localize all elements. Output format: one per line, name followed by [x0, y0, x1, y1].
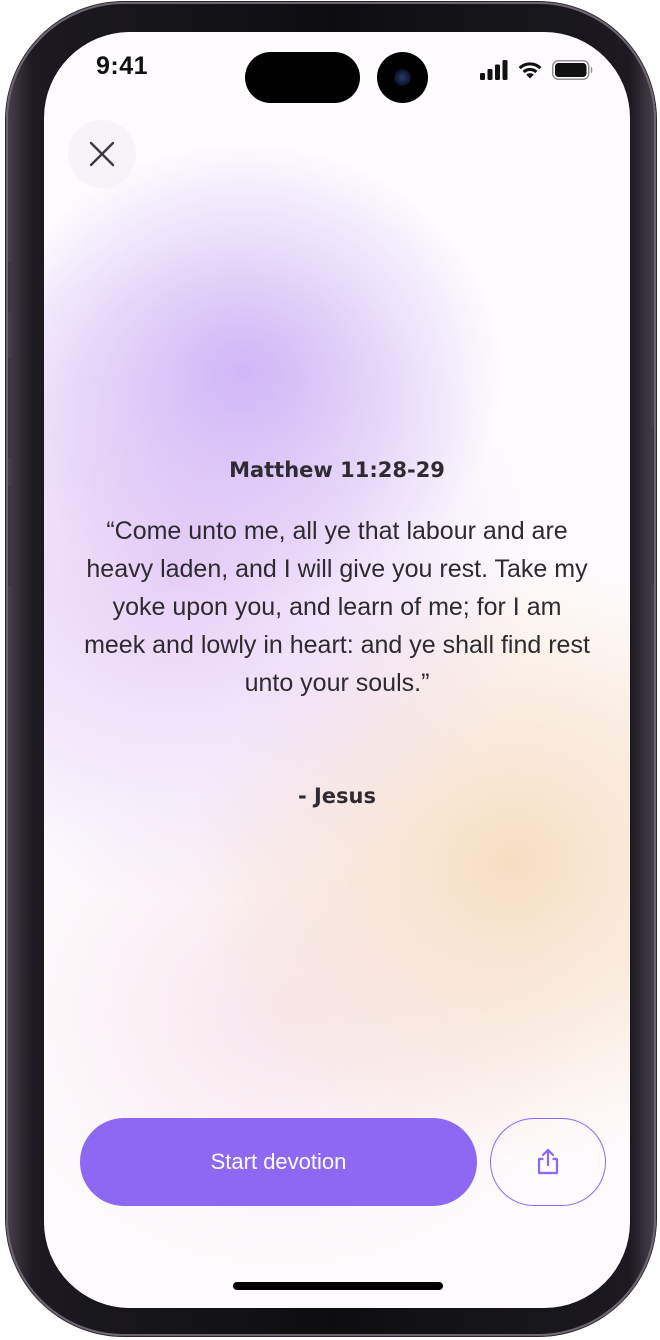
power-button — [648, 428, 654, 584]
battery-icon — [552, 60, 593, 80]
close-icon — [89, 141, 115, 167]
phone-frame: 9:41 Matthew 11:28-29 “Come unto me, all… — [6, 2, 656, 1336]
cellular-signal-icon — [480, 60, 508, 80]
status-bar: 9:41 — [44, 32, 630, 103]
volume-up-button — [8, 358, 14, 458]
start-devotion-button[interactable]: Start devotion — [80, 1118, 477, 1206]
share-icon — [537, 1148, 559, 1175]
verse-attribution: - Jesus — [297, 784, 377, 808]
action-button — [8, 262, 14, 312]
front-camera — [377, 52, 428, 103]
screen: 9:41 Matthew 11:28-29 “Come unto me, all… — [44, 32, 630, 1308]
close-button[interactable] — [68, 120, 136, 188]
dynamic-island — [245, 52, 360, 103]
wifi-icon — [518, 62, 542, 79]
verse-reference: Matthew 11:28-29 — [229, 458, 445, 482]
home-indicator[interactable] — [233, 1282, 443, 1290]
share-button[interactable] — [490, 1118, 606, 1206]
status-time: 9:41 — [96, 52, 149, 80]
start-devotion-label: Start devotion — [210, 1149, 347, 1174]
status-icons — [480, 56, 594, 80]
verse-text: “Come unto me, all ye that labour and ar… — [84, 517, 590, 697]
volume-down-button — [8, 486, 14, 586]
